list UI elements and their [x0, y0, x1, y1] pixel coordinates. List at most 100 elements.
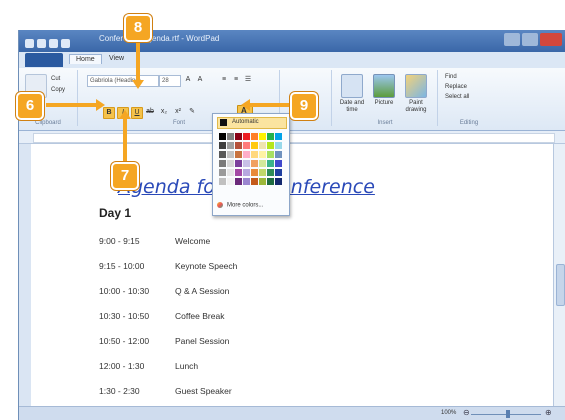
callout-9-arrow: [250, 103, 290, 107]
color-swatch[interactable]: [243, 169, 250, 176]
replace-button[interactable]: Replace: [445, 84, 467, 90]
color-swatch[interactable]: [235, 160, 242, 167]
color-swatch[interactable]: [275, 142, 282, 149]
color-swatch[interactable]: [219, 160, 226, 167]
color-swatch[interactable]: [259, 160, 266, 167]
color-swatch[interactable]: [235, 151, 242, 158]
ribbon-tabs: Home View: [19, 52, 565, 68]
window-title: Conference Agenda.rtf - WordPad: [99, 34, 220, 43]
color-swatch[interactable]: [251, 178, 258, 185]
grow-font-icon[interactable]: A: [183, 75, 193, 85]
color-swatch[interactable]: [235, 169, 242, 176]
color-swatch[interactable]: [227, 133, 234, 140]
tab-view[interactable]: View: [103, 54, 130, 63]
zoom-out-icon[interactable]: ⊖: [463, 408, 470, 417]
agenda-row: 10:50 - 12:00 Panel Session: [99, 336, 229, 346]
text-highlight-icon[interactable]: ✎: [187, 107, 197, 117]
increase-indent-icon[interactable]: ≡: [231, 75, 241, 85]
color-swatch[interactable]: [251, 160, 258, 167]
color-swatch[interactable]: [235, 133, 242, 140]
color-swatch[interactable]: [267, 169, 274, 176]
color-swatch[interactable]: [219, 133, 226, 140]
strikethrough-button[interactable]: ab: [145, 107, 155, 117]
paint-drawing-icon[interactable]: [405, 74, 427, 98]
subscript-button[interactable]: x₂: [159, 107, 169, 117]
redo-icon[interactable]: [61, 39, 70, 48]
color-swatch[interactable]: [259, 178, 266, 185]
agenda-event: Coffee Break: [175, 311, 225, 321]
callout-7-arrowhead: [119, 110, 131, 119]
color-swatch[interactable]: [275, 133, 282, 140]
color-swatch[interactable]: [275, 160, 282, 167]
save-icon[interactable]: [37, 39, 46, 48]
agenda-row: 9:15 - 10:00 Keynote Speech: [99, 261, 237, 271]
agenda-row: 9:00 - 9:15 Welcome: [99, 236, 210, 246]
color-swatch[interactable]: [251, 169, 258, 176]
close-button[interactable]: [540, 33, 562, 46]
editing-group-label: Editing: [459, 120, 479, 126]
more-colors-option[interactable]: More colors...: [217, 202, 263, 209]
color-swatch[interactable]: [275, 178, 282, 185]
color-swatch[interactable]: [243, 142, 250, 149]
color-swatch[interactable]: [227, 151, 234, 158]
maximize-button[interactable]: [522, 33, 538, 46]
zoom-in-icon[interactable]: ⊕: [545, 408, 552, 417]
color-swatch[interactable]: [235, 142, 242, 149]
select-all-button[interactable]: Select all: [445, 94, 469, 100]
color-swatch[interactable]: [219, 169, 226, 176]
copy-button[interactable]: Copy: [51, 87, 65, 93]
underline-button[interactable]: U: [131, 107, 143, 119]
find-button[interactable]: Find: [445, 74, 457, 80]
color-swatch[interactable]: [251, 151, 258, 158]
color-swatch[interactable]: [275, 169, 282, 176]
color-swatch[interactable]: [267, 160, 274, 167]
font-size-box[interactable]: 28: [159, 75, 181, 87]
color-wheel-icon: [217, 202, 223, 208]
superscript-button[interactable]: x²: [173, 107, 183, 117]
tab-home[interactable]: Home: [69, 54, 102, 64]
color-swatch[interactable]: [259, 133, 266, 140]
scrollbar-thumb[interactable]: [556, 264, 565, 306]
color-swatch[interactable]: [259, 169, 266, 176]
color-swatch[interactable]: [227, 142, 234, 149]
color-swatch[interactable]: [267, 178, 274, 185]
color-swatch[interactable]: [251, 133, 258, 140]
decrease-indent-icon[interactable]: ≡: [219, 75, 229, 85]
file-menu-button[interactable]: [25, 53, 63, 67]
color-swatch[interactable]: [267, 142, 274, 149]
date-time-button-label[interactable]: Date and time: [337, 100, 367, 114]
shrink-font-icon[interactable]: A: [195, 75, 205, 85]
color-swatch[interactable]: [219, 142, 226, 149]
color-swatch[interactable]: [259, 142, 266, 149]
picture-button-label[interactable]: Picture: [369, 100, 399, 107]
color-swatch[interactable]: [251, 142, 258, 149]
wordpad-app-icon[interactable]: [25, 39, 34, 48]
color-swatch[interactable]: [243, 133, 250, 140]
bullets-icon[interactable]: ☰: [243, 75, 253, 85]
color-swatch[interactable]: [243, 151, 250, 158]
color-swatch[interactable]: [219, 178, 226, 185]
date-time-icon[interactable]: [341, 74, 363, 98]
automatic-color-option[interactable]: Automatic: [217, 117, 287, 129]
vertical-scrollbar[interactable]: [553, 144, 565, 406]
ruler[interactable]: [19, 131, 565, 144]
color-swatch[interactable]: [219, 151, 226, 158]
paint-drawing-button-label[interactable]: Paint drawing: [401, 100, 431, 114]
color-swatch[interactable]: [243, 178, 250, 185]
color-swatch[interactable]: [227, 178, 234, 185]
font-family-box[interactable]: Gabriola (Heading): [87, 75, 159, 87]
color-swatch[interactable]: [227, 169, 234, 176]
picture-icon[interactable]: [373, 74, 395, 98]
color-swatch[interactable]: [267, 151, 274, 158]
agenda-time: 10:50 - 12:00: [99, 336, 150, 346]
color-swatch[interactable]: [227, 160, 234, 167]
minimize-button[interactable]: [504, 33, 520, 46]
color-swatch[interactable]: [275, 151, 282, 158]
color-swatch[interactable]: [259, 151, 266, 158]
color-swatch[interactable]: [267, 133, 274, 140]
undo-icon[interactable]: [49, 39, 58, 48]
color-swatch[interactable]: [235, 178, 242, 185]
color-swatch[interactable]: [243, 160, 250, 167]
cut-button[interactable]: Cut: [51, 76, 60, 82]
zoom-slider-knob[interactable]: [506, 410, 510, 418]
